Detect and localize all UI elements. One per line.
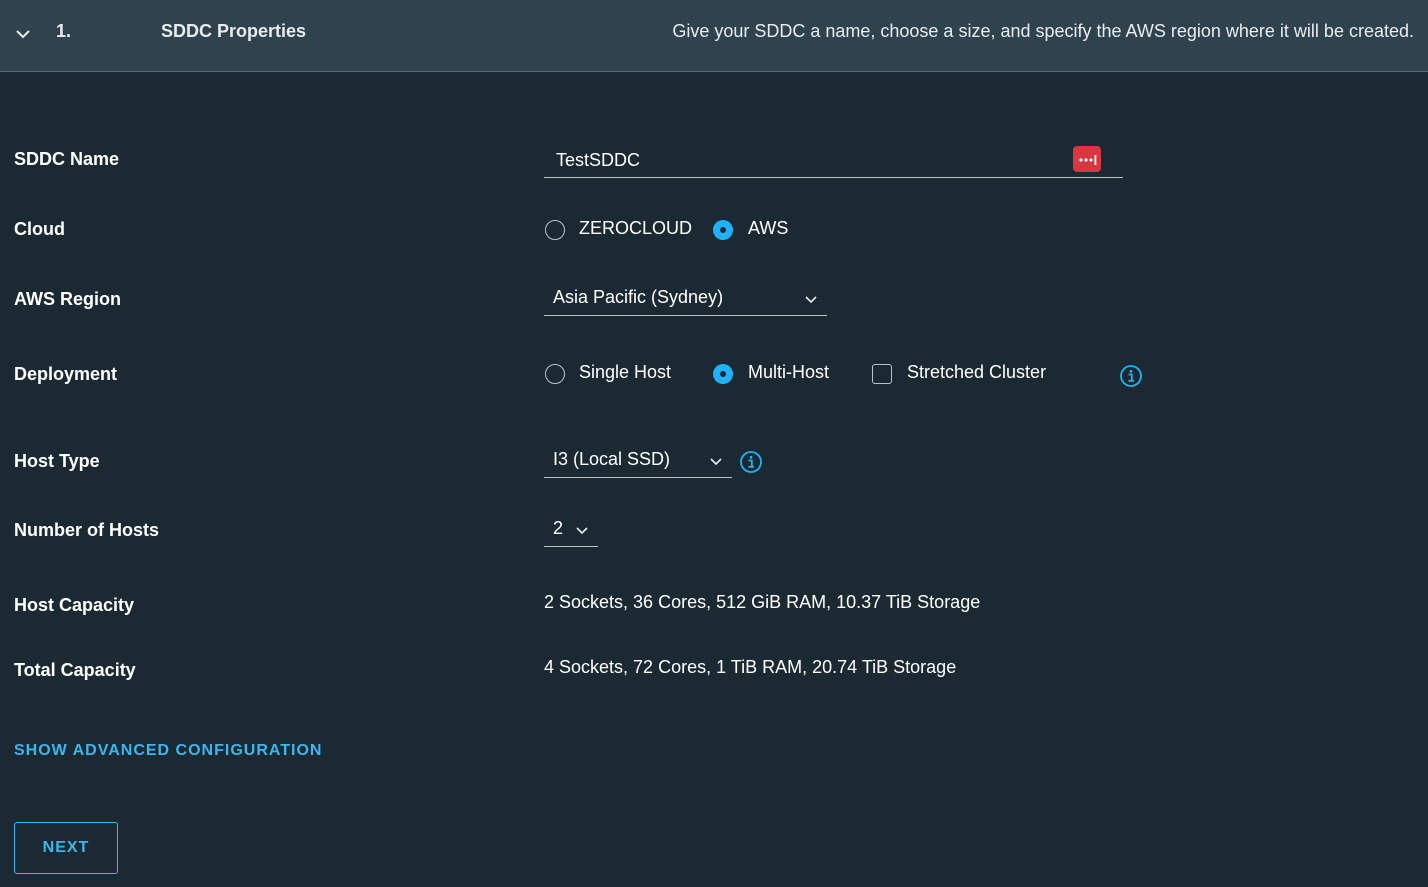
sddc-name-input[interactable] <box>544 143 1064 177</box>
next-button[interactable]: NEXT <box>14 822 118 874</box>
number-of-hosts-value: 2 <box>553 518 564 538</box>
deployment-single-host-label[interactable]: Single Host <box>579 362 671 383</box>
aws-region-label: AWS Region <box>14 289 121 309</box>
cloud-aws-label[interactable]: AWS <box>748 218 788 239</box>
aws-region-value: Asia Pacific (Sydney) <box>553 287 724 307</box>
number-of-hosts-select[interactable]: 2 <box>544 512 598 547</box>
password-manager-icon[interactable] <box>1073 146 1101 172</box>
deployment-multi-host-radio[interactable] <box>713 364 733 384</box>
step-title: SDDC Properties <box>161 21 307 41</box>
host-capacity-label: Host Capacity <box>14 595 135 615</box>
chevron-down-icon <box>710 458 722 466</box>
total-capacity-value: 4 Sockets, 72 Cores, 1 TiB RAM, 20.74 Ti… <box>544 657 957 677</box>
host-type-select[interactable]: I3 (Local SSD) <box>544 443 732 478</box>
step-description: Give your SDDC a name, choose a size, an… <box>672 21 1414 41</box>
host-capacity-value: 2 Sockets, 36 Cores, 512 GiB RAM, 10.37 … <box>544 592 981 612</box>
info-icon[interactable] <box>739 450 763 474</box>
sddc-name-label: SDDC Name <box>14 149 120 169</box>
aws-region-select[interactable]: Asia Pacific (Sydney) <box>544 281 827 316</box>
chevron-down-icon <box>805 296 817 304</box>
chevron-down-icon[interactable] <box>14 25 32 43</box>
total-capacity-label: Total Capacity <box>14 660 136 680</box>
deployment-multi-host-label[interactable]: Multi-Host <box>748 362 829 383</box>
cloud-label: Cloud <box>14 219 65 239</box>
stretched-cluster-label[interactable]: Stretched Cluster <box>907 362 1046 383</box>
sddc-name-field <box>544 143 1123 178</box>
chevron-down-icon <box>576 527 588 535</box>
deployment-single-host-radio[interactable] <box>545 364 565 384</box>
cloud-zerocloud-label[interactable]: ZEROCLOUD <box>579 218 692 239</box>
host-type-label: Host Type <box>14 451 100 471</box>
cloud-zerocloud-radio[interactable] <box>545 220 565 240</box>
stretched-cluster-checkbox[interactable] <box>872 364 892 384</box>
cloud-aws-radio[interactable] <box>713 220 733 240</box>
number-of-hosts-label: Number of Hosts <box>14 520 160 540</box>
host-type-value: I3 (Local SSD) <box>553 449 671 469</box>
step-header[interactable]: 1. SDDC Properties Give your SDDC a name… <box>0 0 1428 72</box>
info-icon[interactable] <box>1119 364 1143 388</box>
show-advanced-configuration-link[interactable]: SHOW ADVANCED CONFIGURATION <box>14 742 322 760</box>
step-number: 1. <box>56 21 72 41</box>
deployment-label: Deployment <box>14 364 118 384</box>
